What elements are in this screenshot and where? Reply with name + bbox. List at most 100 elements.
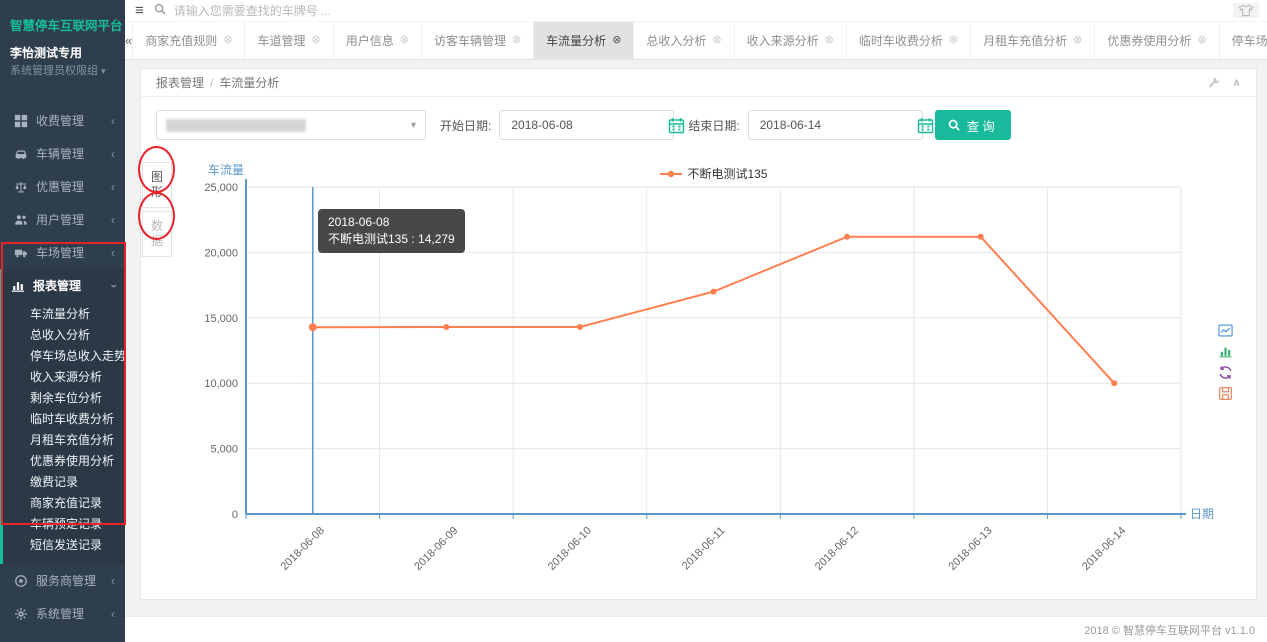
sidebar-group: 车场管理‹ [0,236,125,269]
app-root: 智慧停车互联网平台 李怡测试专用 系统管理员权限组▾ 收费管理‹车辆管理‹优惠管… [0,0,1267,642]
tab-close-icon[interactable]: ⊗ [223,35,232,46]
tab-用户信息[interactable]: 用户信息 ⊗ [334,22,422,59]
tab-close-icon[interactable]: ⊗ [1197,35,1206,46]
service-icon [14,574,28,588]
tab-总收入分析[interactable]: 总收入分析⊗ [634,22,734,59]
tab-label: 访客车辆管理 [434,32,506,49]
sidebar-subitem-收入来源分析[interactable]: 收入来源分析 [3,367,125,388]
data-point[interactable] [309,323,317,331]
tab-label: 用户信息 [346,32,394,49]
legend-label: 不断电测试135 [687,165,767,182]
panel-tools: ∧ [1208,76,1241,89]
tab-优惠券使用分析[interactable]: 优惠券使用分析⊗ [1095,22,1219,59]
gears-icon [14,607,28,621]
save-icon[interactable] [1218,386,1234,402]
view-tab-数据[interactable]: 数据 [142,211,172,257]
sidebar-item-收费管理[interactable]: 收费管理‹ [3,104,125,137]
data-point[interactable] [711,289,717,295]
data-point[interactable] [978,234,984,240]
tabs-scroll-left-icon[interactable]: « [125,22,133,59]
tab-close-icon[interactable]: ⊗ [949,35,958,46]
query-button[interactable]: 查询 [935,110,1011,140]
tab-临时车收费分析[interactable]: 临时车收费分析⊗ [847,22,971,59]
tab-close-icon[interactable]: ⊗ [612,35,621,46]
sidebar-subitem-缴费记录[interactable]: 缴费记录 [3,472,125,493]
chevron-down-icon: ▾ [411,120,416,131]
refresh-icon[interactable] [1218,365,1234,381]
tab-访客车辆管理[interactable]: 访客车辆管理 ⊗ [422,22,534,59]
collapse-panel-icon[interactable]: ∧ [1232,76,1241,89]
tab-收入来源分析[interactable]: 收入来源分析 ⊗ [735,22,847,59]
tab-车流量分析[interactable]: 车流量分析⊗ [534,22,634,59]
tab-close-icon[interactable]: ⊗ [825,35,834,46]
tab-close-icon[interactable]: ⊗ [712,35,721,46]
tab-车道管理[interactable]: 车道管理⊗ [245,22,333,59]
chevron-left-icon: ‹ [111,576,115,586]
y-tick-label: 0 [232,509,238,521]
sidebar-group: 系统管理‹ [0,597,125,630]
tab-月租车充值分析[interactable]: 月租车充值分析⊗ [971,22,1095,59]
chart-legend[interactable]: 不断电测试135 [659,165,767,182]
sidebar-item-车场管理[interactable]: 车场管理‹ [3,236,125,269]
x-tick-label: 2018-06-10 [546,525,594,573]
tooltip-date: 2018-06-08 [328,214,455,231]
sidebar-item-系统管理[interactable]: 系统管理‹ [3,597,125,630]
plate-search-input[interactable] [172,3,506,19]
start-date-label: 开始日期: [440,117,491,134]
sidebar-subitem-剩余车位分析[interactable]: 剩余车位分析 [3,388,125,409]
calendar-icon[interactable] [668,117,685,134]
view-tab-图形[interactable]: 图形 [142,162,172,208]
sidebar-item-车辆管理[interactable]: 车辆管理‹ [3,137,125,170]
data-point[interactable] [1111,380,1117,386]
end-date-field [748,110,923,140]
x-tick-label: 2018-06-14 [1080,525,1128,573]
theme-skin-icon[interactable] [1233,3,1259,18]
tab-停车场总收入走势[interactable]: 停车场总收入走势⊗ [1220,22,1267,59]
sidebar-item-用户管理[interactable]: 用户管理‹ [3,203,125,236]
tab-close-icon[interactable]: ⊗ [311,35,320,46]
calendar-icon[interactable] [917,117,934,134]
sidebar-subitem-临时车收费分析[interactable]: 临时车收费分析 [3,409,125,430]
sidebar-group: 报表管理‹车流量分析总收入分析停车场总收入走势收入来源分析剩余车位分析临时车收费… [0,269,125,564]
parking-lot-select[interactable]: ▾ [156,110,426,140]
sidebar-subitem-停车场总收入走势[interactable]: 停车场总收入走势 [3,346,125,367]
tab-close-icon[interactable]: ⊗ [512,35,521,46]
user-role-dropdown[interactable]: 系统管理员权限组▾ [0,62,125,84]
sidebar-subitem-月租车充值分析[interactable]: 月租车充值分析 [3,430,125,451]
sidebar-item-label: 服务商管理 [36,572,96,589]
sidebar-subitem-车辆预定记录[interactable]: 车辆预定记录 [3,514,125,535]
sidebar-item-服务商管理[interactable]: 服务商管理 ‹ [3,564,125,597]
sidebar-item-label: 收费管理 [36,112,84,129]
menu-toggle-icon[interactable]: ≡ [135,3,144,18]
breadcrumb-item[interactable]: 报表管理 [156,74,204,91]
wrench-icon[interactable] [1208,77,1220,89]
tooltip-value: 不断电测试135 : 14,279 [328,231,455,248]
sidebar-subitem-总收入分析[interactable]: 总收入分析 [3,325,125,346]
x-tick-label: 2018-06-11 [680,525,728,573]
data-point[interactable] [844,234,850,240]
chart-toolbox [1218,323,1234,402]
start-date-input[interactable] [509,117,668,133]
query-button-label: 查询 [967,116,998,135]
sidebar: 智慧停车互联网平台 李怡测试专用 系统管理员权限组▾ 收费管理‹车辆管理‹优惠管… [0,0,125,642]
sidebar-menu: 收费管理‹车辆管理‹优惠管理‹用户管理‹车场管理‹报表管理‹车流量分析总收入分析… [0,104,125,630]
tab-close-icon[interactable]: ⊗ [1073,35,1082,46]
sidebar-subitem-车流量分析[interactable]: 车流量分析 [3,304,125,325]
sidebar-subitem-商家充值记录[interactable]: 商家充值记录 [3,493,125,514]
tab-label: 收入来源分析 [747,32,819,49]
line-chart-icon[interactable] [1218,323,1234,339]
tab-商家充值规则[interactable]: 商家充值规则⊗ [133,22,245,59]
tab-close-icon[interactable]: ⊗ [400,35,409,46]
sidebar-item-优惠管理[interactable]: 优惠管理‹ [3,170,125,203]
content-area: 报表管理 / 车流量分析 ∧ ▾ 开始日期: [125,60,1267,642]
search-icon [948,119,960,131]
data-point[interactable] [577,324,583,330]
sidebar-subitem-优惠券使用分析[interactable]: 优惠券使用分析 [3,451,125,472]
bar-chart-icon[interactable] [1218,344,1234,360]
sidebar-item-label: 优惠管理 [36,178,84,195]
sidebar-item-报表管理[interactable]: 报表管理‹ [3,269,125,302]
end-date-input[interactable] [758,117,917,133]
tab-label: 停车场总收入走势 [1232,32,1267,49]
sidebar-subitem-短信发送记录[interactable]: 短信发送记录 [3,535,125,556]
data-point[interactable] [443,324,449,330]
